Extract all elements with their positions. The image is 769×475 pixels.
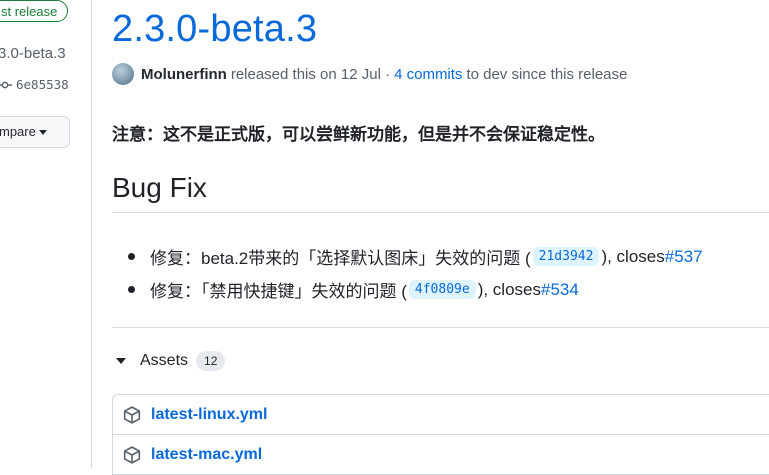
asset-link[interactable]: latest-linux.yml <box>151 406 267 424</box>
author-link[interactable]: Molunerfinn <box>141 66 227 83</box>
section-heading: Bug Fix <box>112 172 207 203</box>
list-item: 修复：beta.2带来的「选择默认图床」失效的问题 ( 21d3942 ), c… <box>112 240 703 273</box>
compare-button-label: mpare <box>0 124 36 139</box>
bugfix-list: 修复：beta.2带来的「选择默认图床」失效的问题 ( 21d3942 ), c… <box>112 240 703 306</box>
asset-row: latest-mac.yml <box>113 434 769 474</box>
released-text: released this on 12 Jul · <box>230 65 391 83</box>
commit-hash-link[interactable]: 4f0809e <box>408 280 476 299</box>
commits-link[interactable]: 4 commits <box>394 66 462 83</box>
issue-link[interactable]: #537 <box>665 247 703 267</box>
release-notice: 注意：这不是正式版，可以尝鲜新功能，但是并不会保证稳定性。 <box>112 125 605 144</box>
package-icon <box>123 405 141 424</box>
tag-link[interactable]: 3.0-beta.3 <box>0 45 66 62</box>
closes-text: ), closes <box>601 246 665 266</box>
asset-list: latest-linux.yml latest-mac.yml <box>112 394 769 475</box>
assets-label: Assets <box>140 352 189 369</box>
release-sidebar: st release 3.0-beta.3 6e85538 mpare <box>0 0 92 468</box>
release-meta: Molunerfinn released this on 12 Jul · 4 … <box>112 62 627 86</box>
fix-text: 修复：「禁用快捷键」失效的问题 ( <box>150 282 407 301</box>
bullet-icon <box>128 286 135 293</box>
commit-link[interactable]: 6e85538 <box>0 77 69 92</box>
latest-release-badge: st release <box>0 0 68 22</box>
asset-link[interactable]: latest-mac.yml <box>151 446 262 464</box>
issue-link[interactable]: #534 <box>541 280 579 300</box>
since-text: to dev since this release <box>466 65 628 83</box>
compare-button[interactable]: mpare <box>0 116 70 148</box>
commit-sha: 6e85538 <box>16 77 69 92</box>
fix-text: 修复：beta.2带来的「选择默认图床」失效的问题 ( <box>150 249 531 268</box>
package-icon <box>123 445 141 464</box>
latest-release-badge-label: st release <box>1 4 58 19</box>
commit-hash-link[interactable]: 21d3942 <box>532 247 600 266</box>
release-title[interactable]: 2.3.0-beta.3 <box>112 8 317 51</box>
heading-divider <box>112 212 769 213</box>
asset-row: latest-linux.yml <box>113 395 769 434</box>
assets-count-badge: 12 <box>196 351 226 371</box>
bullet-icon <box>128 253 135 260</box>
assets-toggle[interactable]: Assets 12 <box>112 348 226 374</box>
closes-text: ), closes <box>477 279 541 299</box>
triangle-down-icon <box>116 358 126 364</box>
caret-down-icon <box>38 130 47 136</box>
avatar[interactable] <box>112 63 134 85</box>
commit-icon <box>0 81 12 88</box>
content-divider <box>112 327 769 328</box>
list-item: 修复：「禁用快捷键」失效的问题 ( 4f0809e ), closes #534 <box>112 273 703 306</box>
